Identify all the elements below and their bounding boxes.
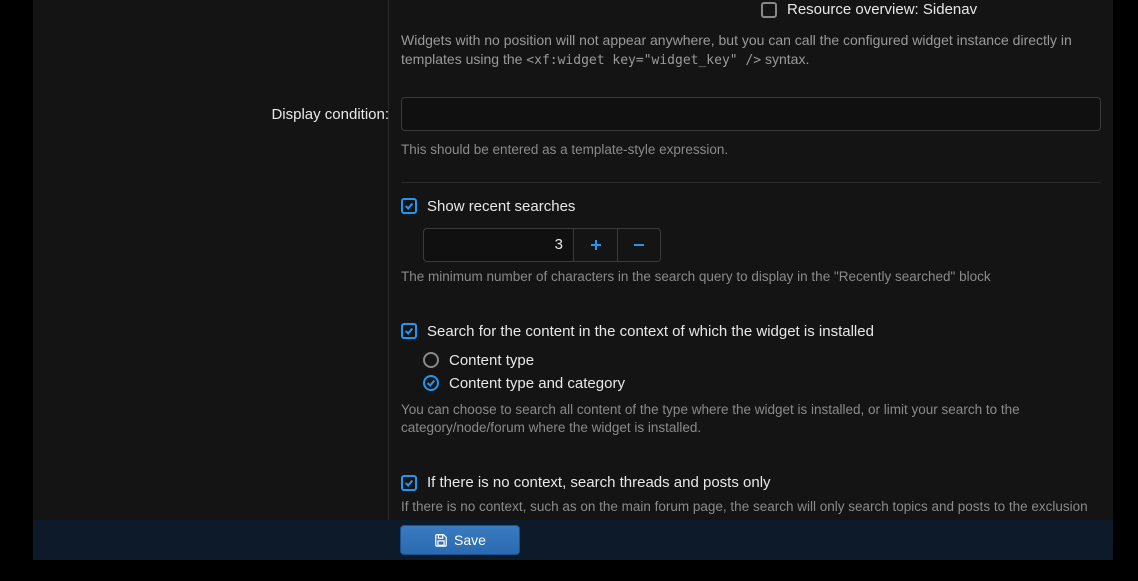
resource-overview-label: Resource overview: Sidenav [787, 1, 977, 18]
context-search-help: You can choose to search all content of … [401, 401, 1101, 437]
note-text-after: syntax. [761, 51, 809, 67]
resource-overview-checkbox-row[interactable]: Resource overview: Sidenav [761, 0, 1101, 21]
save-icon [434, 533, 448, 547]
radio-content-type-label: Content type [449, 352, 534, 369]
recent-searches-checkbox[interactable]: Show recent searches [401, 195, 1101, 218]
recent-searches-value[interactable] [423, 228, 573, 262]
save-button[interactable]: Save [400, 525, 520, 555]
display-condition-help: This should be entered as a template-sty… [401, 141, 1101, 159]
checkbox-icon [401, 198, 417, 214]
footer-bar: Save [33, 520, 1113, 560]
stepper-increment[interactable] [573, 228, 617, 262]
no-context-label: If there is no context, search threads a… [427, 474, 771, 491]
checkbox-icon [401, 323, 417, 339]
display-condition-label: Display condition: [46, 106, 401, 123]
radio-icon [423, 352, 439, 368]
recent-searches-label: Show recent searches [427, 198, 575, 215]
display-condition-section: Display condition: This should be entere… [401, 69, 1101, 173]
display-condition-input[interactable] [401, 97, 1101, 131]
recent-searches-help: The minimum number of characters in the … [401, 268, 1101, 286]
context-search-label: Search for the content in the context of… [427, 323, 874, 340]
left-column [33, 0, 388, 520]
stepper-decrement[interactable] [617, 228, 661, 262]
recent-searches-stepper [423, 228, 1101, 262]
context-search-section: Search for the content in the context of… [401, 300, 1101, 451]
widget-syntax-code: <xf:widget key="widget_key" /> [526, 53, 761, 68]
context-search-checkbox[interactable]: Search for the content in the context of… [401, 320, 1101, 343]
radio-icon [423, 375, 439, 391]
recent-searches-section: Show recent searches The minimum number … [401, 182, 1101, 300]
radio-content-type-category[interactable]: Content type and category [423, 372, 1101, 395]
right-column: Resource overview: Sidenav Widgets with … [388, 0, 1113, 520]
checkbox-icon [761, 2, 777, 18]
radio-content-type[interactable]: Content type [423, 349, 1101, 372]
checkbox-icon [401, 475, 417, 491]
radio-content-type-category-label: Content type and category [449, 375, 625, 392]
context-search-radio-group: Content type Content type and category [423, 349, 1101, 395]
widgets-position-note: Widgets with no position will not appear… [401, 31, 1101, 69]
form-panel: Resource overview: Sidenav Widgets with … [33, 0, 1113, 520]
save-button-label: Save [454, 532, 486, 548]
no-context-checkbox[interactable]: If there is no context, search threads a… [401, 471, 1101, 494]
